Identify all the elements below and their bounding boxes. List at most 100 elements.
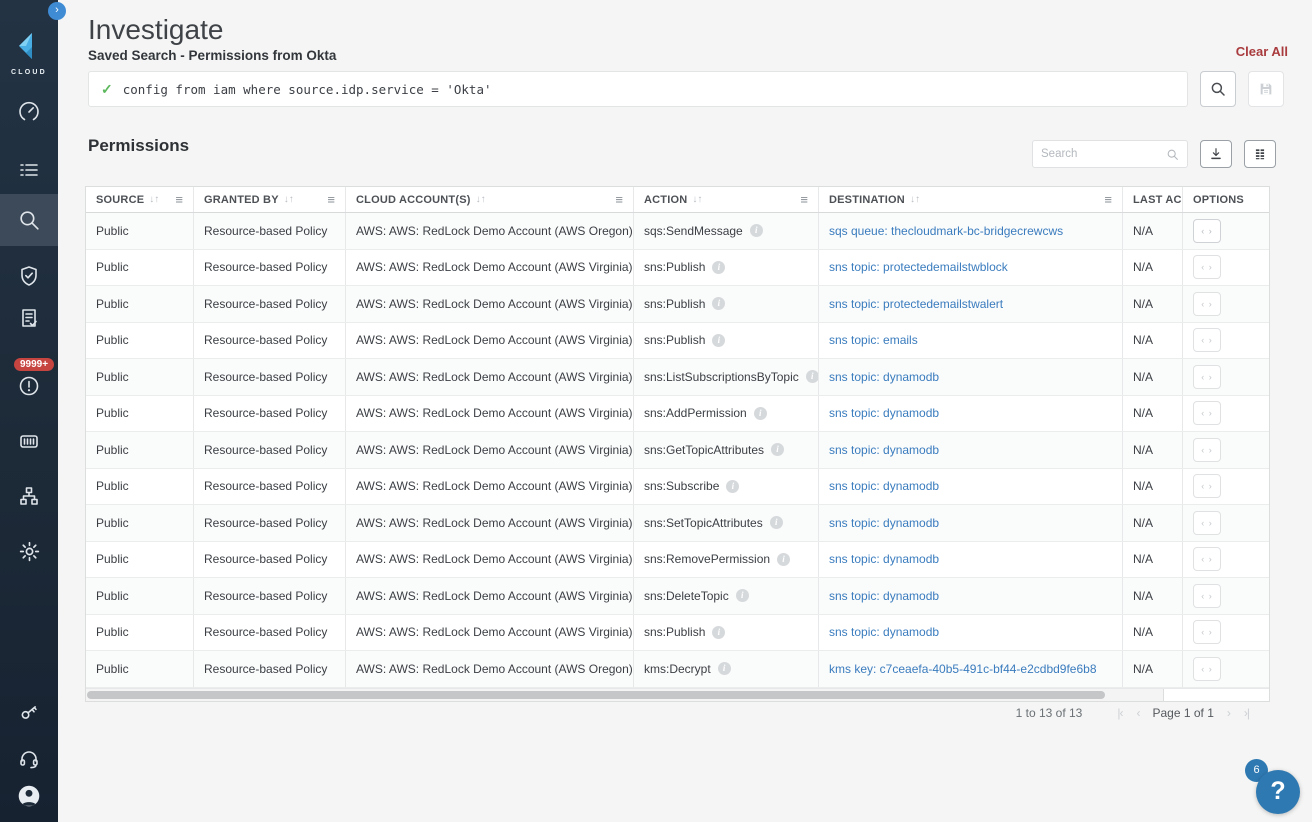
- first-page-icon[interactable]: |‹: [1117, 706, 1122, 720]
- view-json-button[interactable]: ‹ ›: [1193, 255, 1221, 279]
- sort-icon[interactable]: ↓↑: [910, 194, 920, 205]
- table-row[interactable]: Public Resource-based Policy AWS: AWS: R…: [86, 250, 1269, 287]
- destination-link[interactable]: sns topic: dynamodb: [829, 443, 939, 457]
- table-row[interactable]: Public Resource-based Policy AWS: AWS: R…: [86, 432, 1269, 469]
- save-search-button[interactable]: [1248, 71, 1284, 107]
- column-header-last-accessed[interactable]: LAST ACC: [1123, 187, 1183, 212]
- horizontal-scrollbar[interactable]: [86, 688, 1269, 701]
- destination-link[interactable]: sns topic: protectedemailstwalert: [829, 297, 1003, 311]
- table-row[interactable]: Public Resource-based Policy AWS: AWS: R…: [86, 213, 1269, 250]
- column-header-granted-by[interactable]: GRANTED BY ↓↑ ≡: [194, 187, 346, 212]
- info-icon[interactable]: i: [754, 407, 767, 420]
- help-button[interactable]: ?: [1256, 770, 1300, 814]
- sidebar-item-compute[interactable]: [0, 419, 58, 463]
- column-menu-icon[interactable]: ≡: [615, 192, 623, 207]
- table-search-box[interactable]: [1032, 140, 1188, 168]
- view-json-button[interactable]: ‹ ›: [1193, 620, 1221, 644]
- sidebar-item-investigate[interactable]: [0, 194, 58, 246]
- table-search-input[interactable]: [1041, 148, 1166, 160]
- table-row[interactable]: Public Resource-based Policy AWS: AWS: R…: [86, 469, 1269, 506]
- sidebar-item-settings[interactable]: [0, 529, 58, 573]
- sidebar-item-reports[interactable]: [0, 296, 58, 340]
- info-icon[interactable]: i: [736, 589, 749, 602]
- cell-options: ‹ ›: [1183, 578, 1269, 614]
- view-json-button[interactable]: ‹ ›: [1193, 365, 1221, 389]
- destination-link[interactable]: sns topic: dynamodb: [829, 479, 939, 493]
- query-input-bar[interactable]: ✓ config from iam where source.idp.servi…: [88, 71, 1188, 107]
- column-header-cloud-accounts[interactable]: CLOUD ACCOUNT(S) ↓↑ ≡: [346, 187, 634, 212]
- column-menu-icon[interactable]: ≡: [800, 192, 808, 207]
- column-menu-icon[interactable]: ≡: [175, 192, 183, 207]
- scrollbar-track[interactable]: [86, 689, 1164, 701]
- next-page-icon[interactable]: ›: [1227, 706, 1230, 720]
- column-header-destination[interactable]: DESTINATION ↓↑ ≡: [819, 187, 1123, 212]
- info-icon[interactable]: i: [770, 516, 783, 529]
- table-row[interactable]: Public Resource-based Policy AWS: AWS: R…: [86, 359, 1269, 396]
- table-row[interactable]: Public Resource-based Policy AWS: AWS: R…: [86, 651, 1269, 688]
- destination-link[interactable]: sns topic: dynamodb: [829, 516, 939, 530]
- view-json-button[interactable]: ‹ ›: [1193, 328, 1221, 352]
- column-menu-icon[interactable]: ≡: [327, 192, 335, 207]
- prev-page-icon[interactable]: ‹: [1136, 706, 1139, 720]
- info-icon[interactable]: i: [777, 553, 790, 566]
- info-icon[interactable]: i: [771, 443, 784, 456]
- run-search-button[interactable]: [1200, 71, 1236, 107]
- view-json-button[interactable]: ‹ ›: [1193, 547, 1221, 571]
- info-icon[interactable]: i: [712, 261, 725, 274]
- query-text[interactable]: config from iam where source.idp.service…: [123, 82, 492, 97]
- table-row[interactable]: Public Resource-based Policy AWS: AWS: R…: [86, 323, 1269, 360]
- destination-link[interactable]: kms key: c7ceaefa-40b5-491c-bf44-e2cdbd9…: [829, 662, 1097, 676]
- destination-link[interactable]: sns topic: dynamodb: [829, 625, 939, 639]
- destination-link[interactable]: sns topic: dynamodb: [829, 406, 939, 420]
- table-row[interactable]: Public Resource-based Policy AWS: AWS: R…: [86, 505, 1269, 542]
- table-row[interactable]: Public Resource-based Policy AWS: AWS: R…: [86, 542, 1269, 579]
- info-icon[interactable]: i: [712, 334, 725, 347]
- destination-link[interactable]: sns topic: dynamodb: [829, 370, 939, 384]
- sidebar-item-access-keys[interactable]: [0, 690, 58, 734]
- info-icon[interactable]: i: [726, 480, 739, 493]
- column-menu-icon[interactable]: ≡: [1104, 192, 1112, 207]
- sidebar-expand-button[interactable]: ›: [48, 2, 66, 20]
- download-csv-button[interactable]: [1200, 140, 1232, 168]
- view-json-button[interactable]: ‹ ›: [1193, 511, 1221, 535]
- column-settings-button[interactable]: [1244, 140, 1276, 168]
- column-header-action[interactable]: ACTION ↓↑ ≡: [634, 187, 819, 212]
- view-json-button[interactable]: ‹ ›: [1193, 292, 1221, 316]
- view-json-button[interactable]: ‹ ›: [1193, 474, 1221, 498]
- destination-link[interactable]: sns topic: emails: [829, 333, 918, 347]
- clear-all-link[interactable]: Clear All: [1236, 44, 1288, 59]
- destination-link[interactable]: sns topic: dynamodb: [829, 589, 939, 603]
- info-icon[interactable]: i: [750, 224, 763, 237]
- view-json-button[interactable]: ‹ ›: [1193, 401, 1221, 425]
- page-title: Investigate: [88, 14, 223, 46]
- sort-icon[interactable]: ↓↑: [149, 194, 159, 205]
- table-row[interactable]: Public Resource-based Policy AWS: AWS: R…: [86, 578, 1269, 615]
- table-row[interactable]: Public Resource-based Policy AWS: AWS: R…: [86, 615, 1269, 652]
- destination-link[interactable]: sns topic: dynamodb: [829, 552, 939, 566]
- sidebar-item-network[interactable]: [0, 474, 58, 518]
- table-row[interactable]: Public Resource-based Policy AWS: AWS: R…: [86, 286, 1269, 323]
- sidebar-item-dashboard[interactable]: [0, 90, 58, 134]
- info-icon[interactable]: i: [712, 626, 725, 639]
- download-icon: [1209, 147, 1223, 161]
- cell-cloud-account: AWS: AWS: RedLock Demo Account (AWS Oreg…: [346, 651, 634, 687]
- column-header-source[interactable]: SOURCE ↓↑ ≡: [86, 187, 194, 212]
- sidebar-item-profile[interactable]: [0, 774, 58, 818]
- info-icon[interactable]: i: [806, 370, 819, 383]
- view-json-button[interactable]: ‹ ›: [1193, 584, 1221, 608]
- scrollbar-thumb[interactable]: [87, 691, 1105, 699]
- destination-link[interactable]: sns topic: protectedemailstwblock: [829, 260, 1008, 274]
- last-page-icon[interactable]: ›|: [1244, 706, 1249, 720]
- view-json-button[interactable]: ‹ ›: [1193, 219, 1221, 243]
- table-row[interactable]: Public Resource-based Policy AWS: AWS: R…: [86, 396, 1269, 433]
- sort-icon[interactable]: ↓↑: [692, 194, 702, 205]
- sort-icon[interactable]: ↓↑: [284, 194, 294, 205]
- sidebar-item-policies[interactable]: [0, 148, 58, 192]
- info-icon[interactable]: i: [718, 662, 731, 675]
- view-json-button[interactable]: ‹ ›: [1193, 657, 1221, 681]
- view-json-button[interactable]: ‹ ›: [1193, 438, 1221, 462]
- destination-link[interactable]: sqs queue: thecloudmark-bc-bridgecrewcws: [829, 224, 1063, 238]
- sort-icon[interactable]: ↓↑: [476, 194, 486, 205]
- sidebar-item-compliance[interactable]: [0, 254, 58, 298]
- info-icon[interactable]: i: [712, 297, 725, 310]
